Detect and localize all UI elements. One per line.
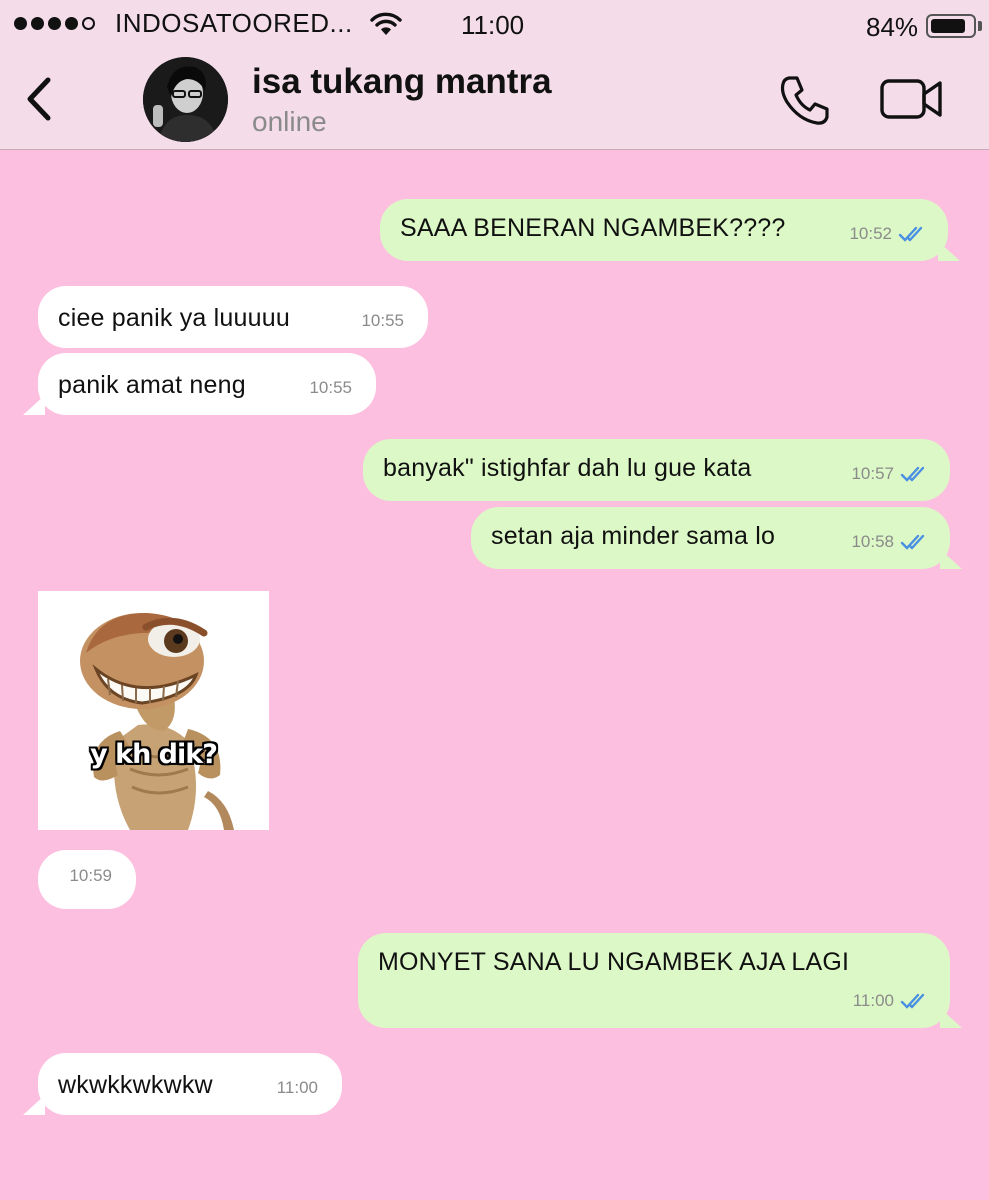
message-outgoing[interactable]: setan aja minder sama lo 10:58 xyxy=(471,507,950,569)
message-time: 11:00 xyxy=(276,1078,318,1097)
message-meta: 11:00 xyxy=(853,986,930,1016)
message-meta: 10:57 xyxy=(851,459,930,489)
message-time: 10:57 xyxy=(851,464,894,483)
status-clock: 11:00 xyxy=(461,10,525,40)
double-check-icon xyxy=(898,226,923,242)
battery-percentage: 84% xyxy=(866,12,919,42)
wifi-icon xyxy=(370,11,402,44)
battery-cap xyxy=(978,21,982,31)
bubble-tail xyxy=(23,395,45,415)
message-time: 10:52 xyxy=(849,224,892,243)
message-incoming[interactable]: 10:59 xyxy=(38,850,136,909)
sticker-caption: y kh dik? xyxy=(90,739,218,770)
bubble-tail xyxy=(938,241,960,261)
double-check-icon xyxy=(900,534,925,550)
message-text: SAAA BENERAN NGAMBEK???? xyxy=(400,214,786,242)
message-time: 10:59 xyxy=(69,866,112,885)
contact-avatar[interactable] xyxy=(143,57,228,142)
message-text: wkwkkwkwkw xyxy=(58,1071,213,1099)
contact-name[interactable]: isa tukang mantra xyxy=(252,62,552,102)
sticker-image[interactable]: y kh dik? xyxy=(38,591,269,830)
avatar-photo-icon xyxy=(143,57,228,142)
message-time: 10:55 xyxy=(309,378,352,397)
video-call-button[interactable] xyxy=(878,75,946,125)
message-incoming[interactable]: wkwkkwkwkw 11:00 xyxy=(38,1053,342,1115)
carrier-name: INDOSATOORED... xyxy=(115,8,353,38)
message-meta: 11:00 xyxy=(277,1073,318,1103)
message-outgoing[interactable]: MONYET SANA LU NGAMBEK AJA LAGI 11:00 xyxy=(358,933,950,1028)
message-outgoing[interactable]: banyak" istighfar dah lu gue kata 10:57 xyxy=(363,439,950,501)
message-time: 10:55 xyxy=(361,311,404,330)
message-text: banyak" istighfar dah lu gue kata xyxy=(383,454,752,482)
signal-strength-icon xyxy=(14,17,95,30)
message-incoming[interactable]: panik amat neng 10:55 xyxy=(38,353,376,415)
bubble-tail xyxy=(23,1095,45,1115)
message-incoming[interactable]: ciee panik ya luuuuu 10:55 xyxy=(38,286,428,348)
lizard-sticker-icon xyxy=(80,613,234,830)
phone-icon xyxy=(780,76,829,125)
back-button[interactable] xyxy=(16,70,66,128)
voice-call-button[interactable] xyxy=(775,70,835,130)
message-text: ciee panik ya luuuuu xyxy=(58,304,290,332)
message-meta: 10:55 xyxy=(309,373,352,403)
message-meta: 10:59 xyxy=(69,861,112,891)
status-bar: INDOSATOORED... 11:00 84% xyxy=(0,0,989,50)
double-check-icon xyxy=(900,993,925,1009)
message-time: 11:00 xyxy=(852,991,894,1010)
message-time: 10:58 xyxy=(851,532,894,551)
bubble-tail xyxy=(940,549,962,569)
contact-status: online xyxy=(252,106,327,137)
message-meta: 10:58 xyxy=(851,527,930,557)
bubble-tail xyxy=(940,1008,962,1028)
video-camera-icon xyxy=(880,79,942,119)
message-meta: 10:55 xyxy=(361,306,404,336)
message-text: MONYET SANA LU NGAMBEK AJA LAGI xyxy=(378,948,850,976)
message-text: setan aja minder sama lo xyxy=(491,522,776,550)
chat-header: isa tukang mantra online xyxy=(0,50,989,150)
back-chevron-icon xyxy=(27,77,51,121)
message-text: panik amat neng xyxy=(58,371,246,399)
message-outgoing[interactable]: SAAA BENERAN NGAMBEK???? 10:52 xyxy=(380,199,948,261)
double-check-icon xyxy=(900,466,925,482)
battery-icon xyxy=(926,14,976,38)
message-meta: 10:52 xyxy=(849,219,928,249)
